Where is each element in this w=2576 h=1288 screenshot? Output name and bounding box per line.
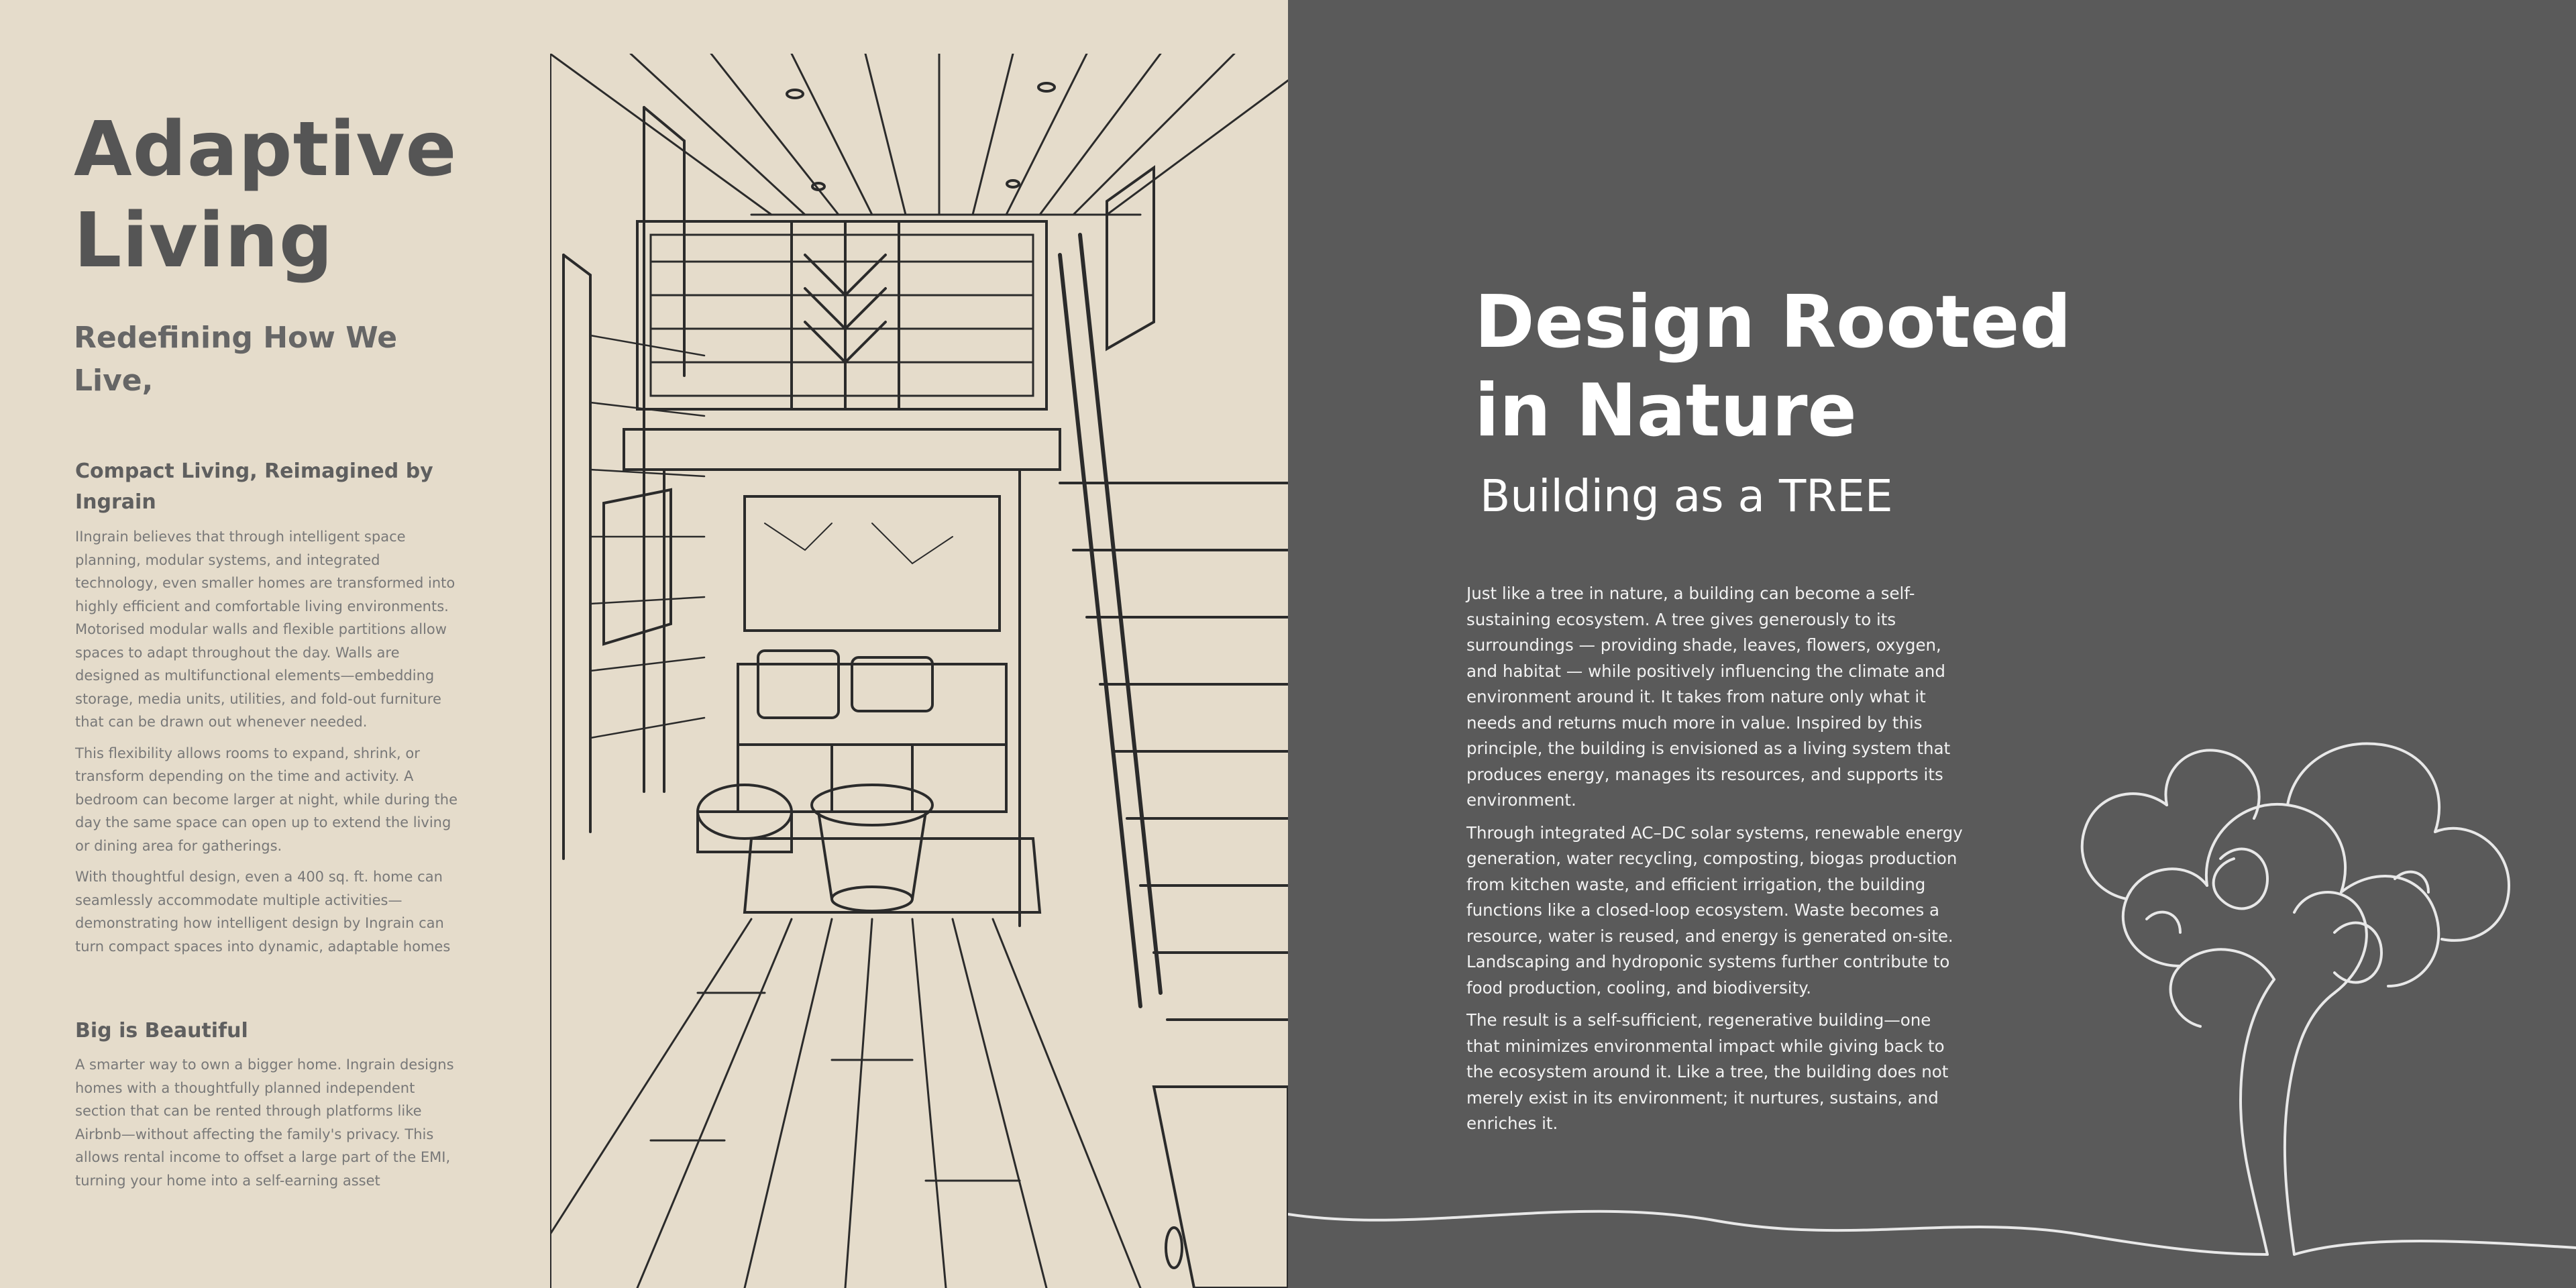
subtitle-line-2: Live, [74,364,154,398]
title-line-1: Adaptive [74,106,458,193]
title-line-2: Living [74,197,334,284]
subtitle-line-1: Redefining How We [74,321,398,355]
paragraph: With thoughtful design, even a 400 sq. f… [75,869,451,955]
page-title: Adaptive Living [74,104,458,286]
section-heading-compact-living: Compact Living, Reimagined by Ingrain [75,460,433,514]
right-subtitle: Building as a TREE [1480,470,1893,522]
tree-line-drawing-icon [1288,742,2576,1256]
paragraph: A smarter way to own a bigger home. Ingr… [75,1057,454,1189]
section-heading-big-is-beautiful: Big is Beautiful [75,1019,248,1042]
page-subtitle: Redefining How We Live, [74,317,423,402]
paragraph: This flexibility allows rooms to expand,… [75,745,458,854]
tiny-house-interior-sketch-icon [550,54,1288,1288]
left-page: Adaptive Living Redefining How We Live, … [0,0,1288,1288]
paragraph: IIngrain believes that through intellige… [75,529,455,730]
section-body-compact-living: IIngrain believes that through intellige… [75,525,458,966]
right-title-line-1: Design Rooted [1474,280,2072,364]
right-title-line-2: in Nature [1474,369,1857,453]
section-body-big-is-beautiful: A smarter way to own a bigger home. Ingr… [75,1053,458,1200]
right-title: Design Rooted in Nature [1474,278,2072,455]
